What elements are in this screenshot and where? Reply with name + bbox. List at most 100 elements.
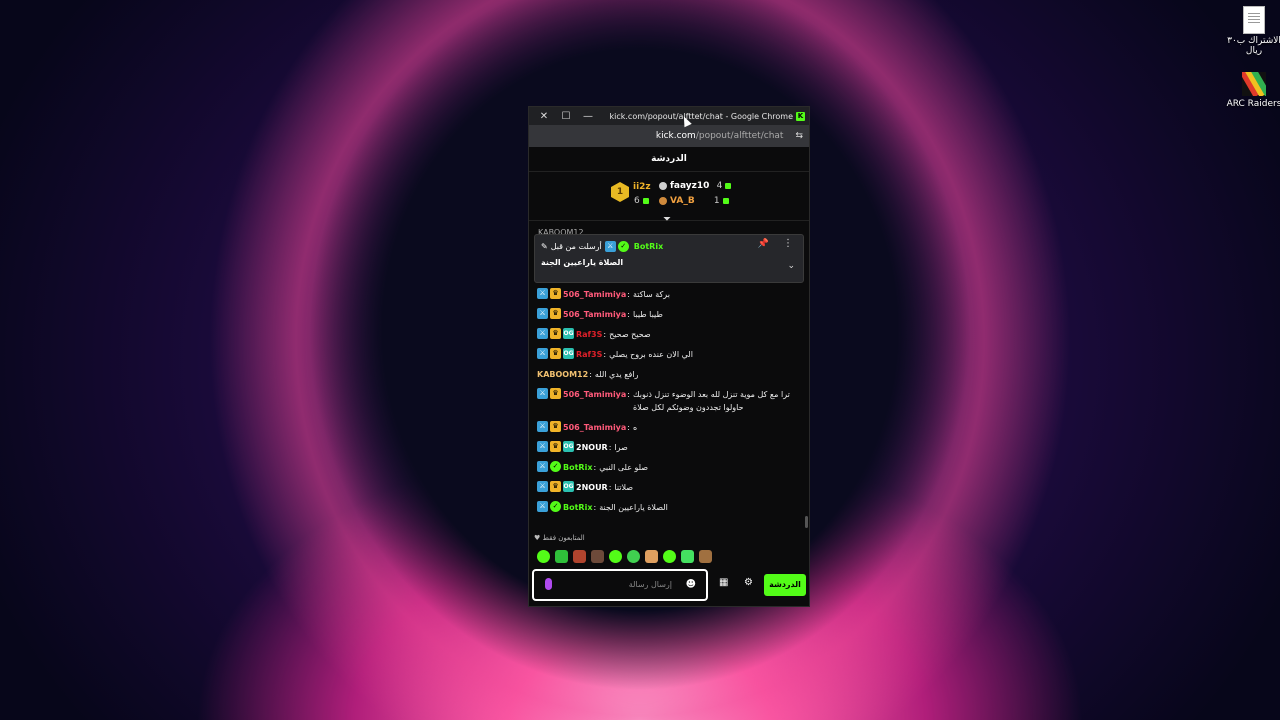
close-icon[interactable]: ✕ [533, 111, 555, 122]
emote-button[interactable] [573, 550, 586, 563]
leaderboard-count: 6 [634, 196, 649, 206]
arc-raiders-icon [1242, 72, 1266, 96]
chat-username[interactable]: 2NOUR [576, 481, 608, 494]
leaderboard-entry[interactable]: VA_B 1 [659, 196, 729, 206]
crown-badge-icon: ♛ [550, 328, 561, 339]
verified-badge-icon: ✓ [617, 240, 629, 252]
heart-icon: ♥ [534, 534, 541, 542]
rank-one-badge: 1 [611, 182, 629, 202]
moderator-badge-icon: ⚔ [537, 441, 548, 452]
chat-message: ⚔ ✓ BotRix: صلو على النبي [537, 461, 799, 474]
moderator-badge-icon: ⚔ [537, 421, 548, 432]
separator: : [608, 443, 612, 452]
chat-username[interactable]: Raf3S [576, 328, 602, 341]
pinned-by-label: أرسلت من قبل [550, 241, 602, 251]
scrollbar[interactable] [805, 516, 808, 528]
chat-message: ⚔ ♛ OG 2NOUR: صلاتنا [537, 481, 799, 494]
chat-username[interactable]: 506_Tamimiya [563, 388, 626, 401]
address-bar[interactable]: kick.com/popout/alfttet/chat ⇆ [529, 125, 809, 147]
verified-badge-icon: ✓ [550, 501, 561, 512]
og-badge-icon: OG [563, 348, 574, 359]
pin-icon[interactable]: 📌 [758, 239, 769, 249]
leaderboard-entry[interactable]: faayz10 4 [659, 181, 732, 191]
microphone-icon[interactable] [545, 578, 552, 590]
chat-username[interactable]: BotRix [563, 461, 592, 474]
chat-input-row: إرسال رسالة ☻ ▦ ⚙ الدردشة [532, 569, 808, 601]
separator: : [603, 330, 607, 339]
emote-button[interactable] [699, 550, 712, 563]
crown-badge-icon: ♛ [550, 388, 561, 399]
minimize-icon[interactable]: — [577, 111, 599, 122]
separator: : [593, 463, 597, 472]
gem-icon [642, 197, 649, 204]
chat-username[interactable]: Raf3S [576, 348, 602, 361]
og-badge-icon: OG [563, 481, 574, 492]
gift-leaderboard: 1 ii2z 6 faayz10 4 VA_B 1 ⏷ [529, 172, 809, 225]
chat-message-text: صحيح صحيح [609, 330, 651, 339]
moderator-badge-icon: ⚔ [537, 461, 548, 472]
send-chat-button[interactable]: الدردشة [764, 574, 806, 596]
crown-badge-icon: ♛ [550, 288, 561, 299]
chat-message: ⚔ ♛ OG 2NOUR: صرا [537, 441, 799, 454]
store-icon[interactable]: ▦ [719, 577, 728, 588]
chat-message: ⚔ ♛ 506_Tamimiya: ترا مع كل موية تنزل لله ب… [537, 388, 799, 414]
leaderboard-name: VA_B [670, 196, 695, 206]
chat-username[interactable]: 2NOUR [576, 441, 608, 454]
chat-message: ⚔ ♛ 506_Tamimiya: طيبا طيبا [537, 308, 799, 321]
pinned-message[interactable]: ✎ أرسلت من قبل ⚔ ✓ BotRix 📌 ⋮ الصلاة يار… [534, 234, 804, 283]
title-bar: ✕ ☐ — kick.com/popout/alfttet/chat - Goo… [529, 107, 809, 125]
chat-message: ⚔ ♛ 506_Tamimiya: بركة ساكتة [537, 288, 799, 301]
moderator-badge-icon: ⚔ [537, 481, 548, 492]
separator: : [608, 483, 612, 492]
pin-small-icon: ✎ [541, 241, 548, 251]
maximize-icon[interactable]: ☐ [555, 111, 577, 122]
chat-message-text: ه [633, 423, 638, 432]
chat-username[interactable]: KABOOM12 [537, 368, 588, 381]
chat-username[interactable]: 506_Tamimiya [563, 308, 626, 321]
emote-button[interactable] [555, 550, 568, 563]
emote-button[interactable] [609, 550, 622, 563]
url-path: /popout/alfttet/chat [695, 131, 784, 141]
bronze-medal-icon [659, 196, 667, 205]
crown-badge-icon: ♛ [550, 308, 561, 319]
verified-badge-icon: ✓ [550, 461, 561, 472]
emote-button[interactable] [645, 550, 658, 563]
gear-icon[interactable]: ⚙ [744, 577, 753, 588]
kick-logo-icon: K [796, 111, 805, 121]
desktop-icon-label: ARC Raiders [1226, 99, 1280, 109]
crown-badge-icon: ♛ [550, 441, 561, 452]
emote-button[interactable] [591, 550, 604, 563]
leaderboard-entry[interactable]: ii2z [633, 182, 651, 192]
filter-icon[interactable]: ⏷ [663, 214, 671, 225]
subscribers-only-label: ♥ المتابعون فقط [534, 534, 585, 542]
more-options-icon[interactable]: ⋮ [783, 238, 793, 249]
emote-button[interactable] [681, 550, 694, 563]
crown-badge-icon: ♛ [550, 481, 561, 492]
chat-username[interactable]: BotRix [563, 501, 592, 514]
separator: : [627, 310, 630, 319]
moderator-badge-icon: ⚔ [604, 240, 616, 252]
emote-button[interactable] [663, 550, 676, 563]
chrome-popup-window: ✕ ☐ — kick.com/popout/alfttet/chat - Goo… [528, 106, 810, 607]
moderator-badge-icon: ⚔ [537, 388, 548, 399]
leaderboard-count: 1 [713, 196, 720, 206]
desktop-icon-document[interactable]: الاشتراك ب٣٠ ريال [1224, 6, 1280, 56]
chat-message-text: صرا [614, 443, 628, 452]
chat-message-text: بركة ساكتة [633, 290, 670, 299]
moderator-badge-icon: ⚔ [537, 328, 548, 339]
chat-username[interactable]: 506_Tamimiya [563, 288, 626, 301]
leaderboard-count: 4 [716, 181, 723, 191]
pinned-user[interactable]: BotRix [634, 242, 663, 251]
chat-message-input[interactable]: إرسال رسالة ☻ [532, 569, 708, 601]
desktop-icon-arc-raiders[interactable]: ARC Raiders [1224, 72, 1280, 109]
chat-message-text: صلاتنا [614, 483, 634, 492]
moderator-badge-icon: ⚔ [537, 308, 548, 319]
site-settings-icon[interactable]: ⇆ [795, 131, 803, 141]
emoji-icon[interactable]: ☻ [686, 579, 696, 590]
chevron-down-icon[interactable]: ⌄ [787, 261, 795, 271]
url-host: kick.com [655, 131, 696, 141]
chat-username[interactable]: 506_Tamimiya [563, 421, 626, 434]
emote-button[interactable] [627, 550, 640, 563]
emote-button[interactable] [537, 550, 550, 563]
gem-icon [722, 197, 729, 204]
